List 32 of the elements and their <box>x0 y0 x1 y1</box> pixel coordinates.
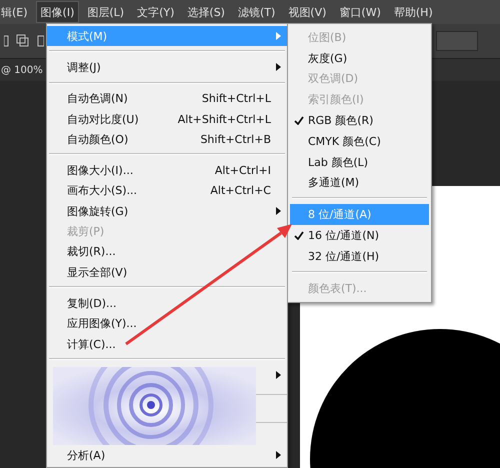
menu-item[interactable]: 图像旋转(G) <box>47 201 287 222</box>
menu-item[interactable]: 计算(C)... <box>47 334 287 354</box>
menu-item[interactable]: 裁切(R)... <box>47 242 287 262</box>
menu-item[interactable]: 分析(A) <box>47 445 287 466</box>
menu-item[interactable]: 自动对比度(U) Alt+Shift+Ctrl+L <box>47 108 287 130</box>
menu-bar-item[interactable]: 文字(Y) <box>132 1 180 23</box>
menu-item[interactable]: 显示全部(V) <box>47 262 287 282</box>
menu-item[interactable]: 画布大小(S)... Alt+Ctrl+C <box>47 180 287 202</box>
menu-bar-item[interactable]: 选择(S) <box>182 1 230 23</box>
menu-bar-item[interactable]: 辑(E) <box>0 1 33 23</box>
menu-bar-item[interactable]: 帮助(H) <box>388 1 438 23</box>
menu-bar-item[interactable]: 图层(L) <box>82 1 130 23</box>
menu-bar-item[interactable]: 图像(I) <box>36 1 80 23</box>
menu-item[interactable]: CMYK 颜色(C) <box>290 130 429 152</box>
menu-item[interactable]: 复制(D)... <box>47 293 287 314</box>
menu-item[interactable]: Lab 颜色(L) <box>290 152 429 173</box>
menu-item[interactable]: 自动色调(N) Shift+Ctrl+L <box>47 88 287 109</box>
menu-item[interactable]: 图像大小(I)... Alt+Ctrl+I <box>47 160 287 181</box>
menu-item[interactable]: 灰度(G) <box>290 48 429 69</box>
menu-bar-item[interactable]: 滤镜(T) <box>232 1 280 23</box>
selection-mode-icon[interactable] <box>4 33 44 49</box>
menu-item[interactable]: 32 位/通道(H) <box>290 246 429 267</box>
menu-item[interactable]: 应用图像(Y)... <box>47 314 287 334</box>
input-field[interactable] <box>436 31 478 51</box>
menu-item[interactable]: 多通道(M) <box>290 172 429 194</box>
menu-bar-item[interactable]: 视图(V) <box>283 1 332 23</box>
menu-item[interactable]: 自动颜色(O) Shift+Ctrl+B <box>47 129 287 150</box>
menu-bar-item[interactable]: 窗口(W) <box>334 1 386 23</box>
document-tab[interactable]: @ 100% <box>0 64 44 76</box>
menu-item[interactable]: 调整(J) <box>47 57 287 78</box>
menu-item[interactable]: RGB 颜色(R) <box>290 110 429 131</box>
menu-item[interactable]: 16 位/通道(N) <box>290 225 429 246</box>
